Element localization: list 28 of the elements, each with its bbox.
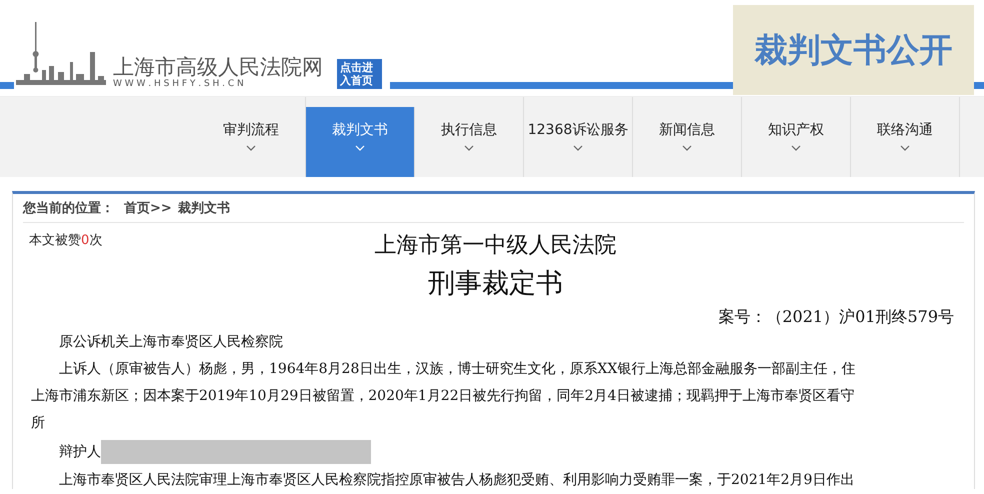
breadcrumb-link[interactable]: 首页>> <box>124 199 172 217</box>
paragraph-label: 辩护人 <box>59 443 101 461</box>
chevron-down-icon <box>900 145 910 151</box>
case-number: 案号：（2021）沪01刑终579号 <box>717 306 955 328</box>
chevron-down-icon <box>573 145 583 151</box>
nav-tab[interactable]: 12368诉讼服务 <box>524 97 633 177</box>
nav-tab[interactable]: 联络沟通 <box>851 97 960 177</box>
paragraph: 上诉人（原审被告人）杨彪，男，1964年8月28日出生，汉族，博士研究生文化，原系XX银行上海总部金融服务一部副主任，住上海市浦东新区；因本案于2019年10月29日被留置，2020年1月22日被先行拘留，同年2月4日被逮捕；现羁押于上海市奉贤区看守所 <box>31 360 856 433</box>
document-title: 刑事裁定书 <box>427 267 564 301</box>
court-name: 上海市第一中级人民法院 <box>374 232 616 259</box>
site-url: W W W . H S H F Y . S H . C N <box>113 79 245 90</box>
like-count: 本文被赞0次 <box>29 232 102 249</box>
banner-title: 裁判文书公开 <box>733 5 974 95</box>
nav-tab[interactable]: 执行信息 <box>415 97 524 177</box>
chevron-down-icon <box>464 145 474 151</box>
nav-tab[interactable]: 知识产权 <box>742 97 851 177</box>
chevron-down-icon <box>791 145 801 151</box>
home-link[interactable]: 点击进入首页 <box>337 59 382 89</box>
nav-tab[interactable]: 裁判文书 <box>306 107 415 177</box>
paragraph: 原公诉机关上海市奉贤区人民检察院 <box>58 333 284 352</box>
site-name: 上海市高级人民法院网 <box>113 55 323 79</box>
chevron-down-icon <box>682 145 692 151</box>
paragraph: 上海市奉贤区人民法院审理上海市奉贤区人民检察院指控原审被告人杨彪犯受贿、利用影响力受贿罪一案，于2021年2月9日作出 <box>58 471 856 490</box>
breadcrumb-label: 您当前的位置： <box>23 200 114 217</box>
chevron-down-icon <box>355 145 365 151</box>
breadcrumb-link[interactable]: 裁判文书 <box>178 199 230 217</box>
chevron-down-icon <box>246 145 256 151</box>
nav-tab[interactable]: 新闻信息 <box>633 97 742 177</box>
